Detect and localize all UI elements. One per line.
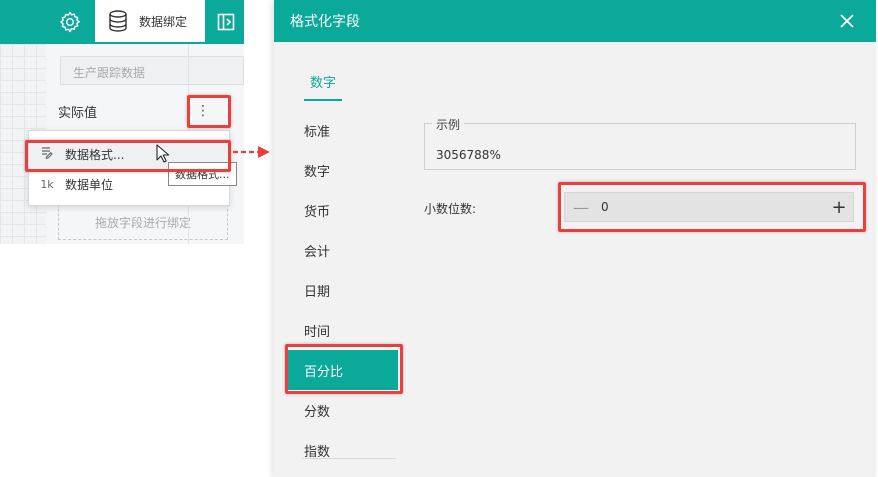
database-icon [109,10,127,32]
highlight-more-options [187,95,231,128]
decimal-places-label: 小数位数: [424,202,477,216]
data-binding-tab-label: 数据绑定 [139,14,188,29]
format-field-dialog: 格式化字段 数字 标准 数字 货币 会计 日期 时间 百分比 分数 指数 示例 … [274,0,876,477]
arrow-icon [233,146,270,158]
settings-tab[interactable] [48,0,92,44]
data-binding-tab[interactable]: 数据绑定 [95,0,205,44]
category-divider [302,458,396,459]
menu-item-label: 数据单位 [65,177,114,192]
dialog-title: 格式化字段 [290,14,360,30]
tab-number[interactable]: 数字 [304,72,342,101]
panel-collapse-icon [217,13,235,31]
sample-label: 示例 [432,116,465,133]
category-number[interactable]: 数字 [304,161,330,180]
gear-icon [60,11,80,33]
category-fraction[interactable]: 分数 [304,401,330,420]
dialog-header: 格式化字段 [274,0,876,42]
highlight-decimal-places [558,182,866,232]
category-time[interactable]: 时间 [304,321,330,340]
data-source-field[interactable]: 生产跟踪数据 [60,56,244,85]
highlight-percent-category [285,344,403,394]
collapse-panel-button[interactable] [208,0,244,44]
category-currency[interactable]: 货币 [304,201,330,220]
highlight-data-format-item [25,140,231,172]
close-icon [840,14,854,28]
sample-box [424,123,856,170]
sample-value: 3056788% [436,148,501,162]
category-accounting[interactable]: 会计 [304,241,330,260]
category-date[interactable]: 日期 [304,281,330,300]
unit-1k-icon: 1k [40,177,54,191]
actual-value-label: 实际值 [58,106,98,121]
close-button[interactable] [834,8,860,34]
category-standard[interactable]: 标准 [304,121,330,140]
field-drop-zone[interactable]: 拖放字段进行绑定 [58,204,228,240]
